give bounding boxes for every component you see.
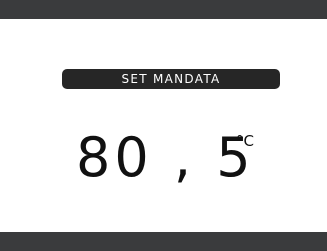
bottom-bar	[0, 232, 327, 251]
setpoint-value: 80 , 5	[76, 126, 255, 189]
setpoint-label: SET MANDATA	[62, 69, 280, 89]
temperature-unit: °C	[236, 132, 254, 150]
thermostat-screen: SET MANDATA 80 , 5 °C	[0, 0, 327, 251]
top-bar	[0, 0, 327, 19]
